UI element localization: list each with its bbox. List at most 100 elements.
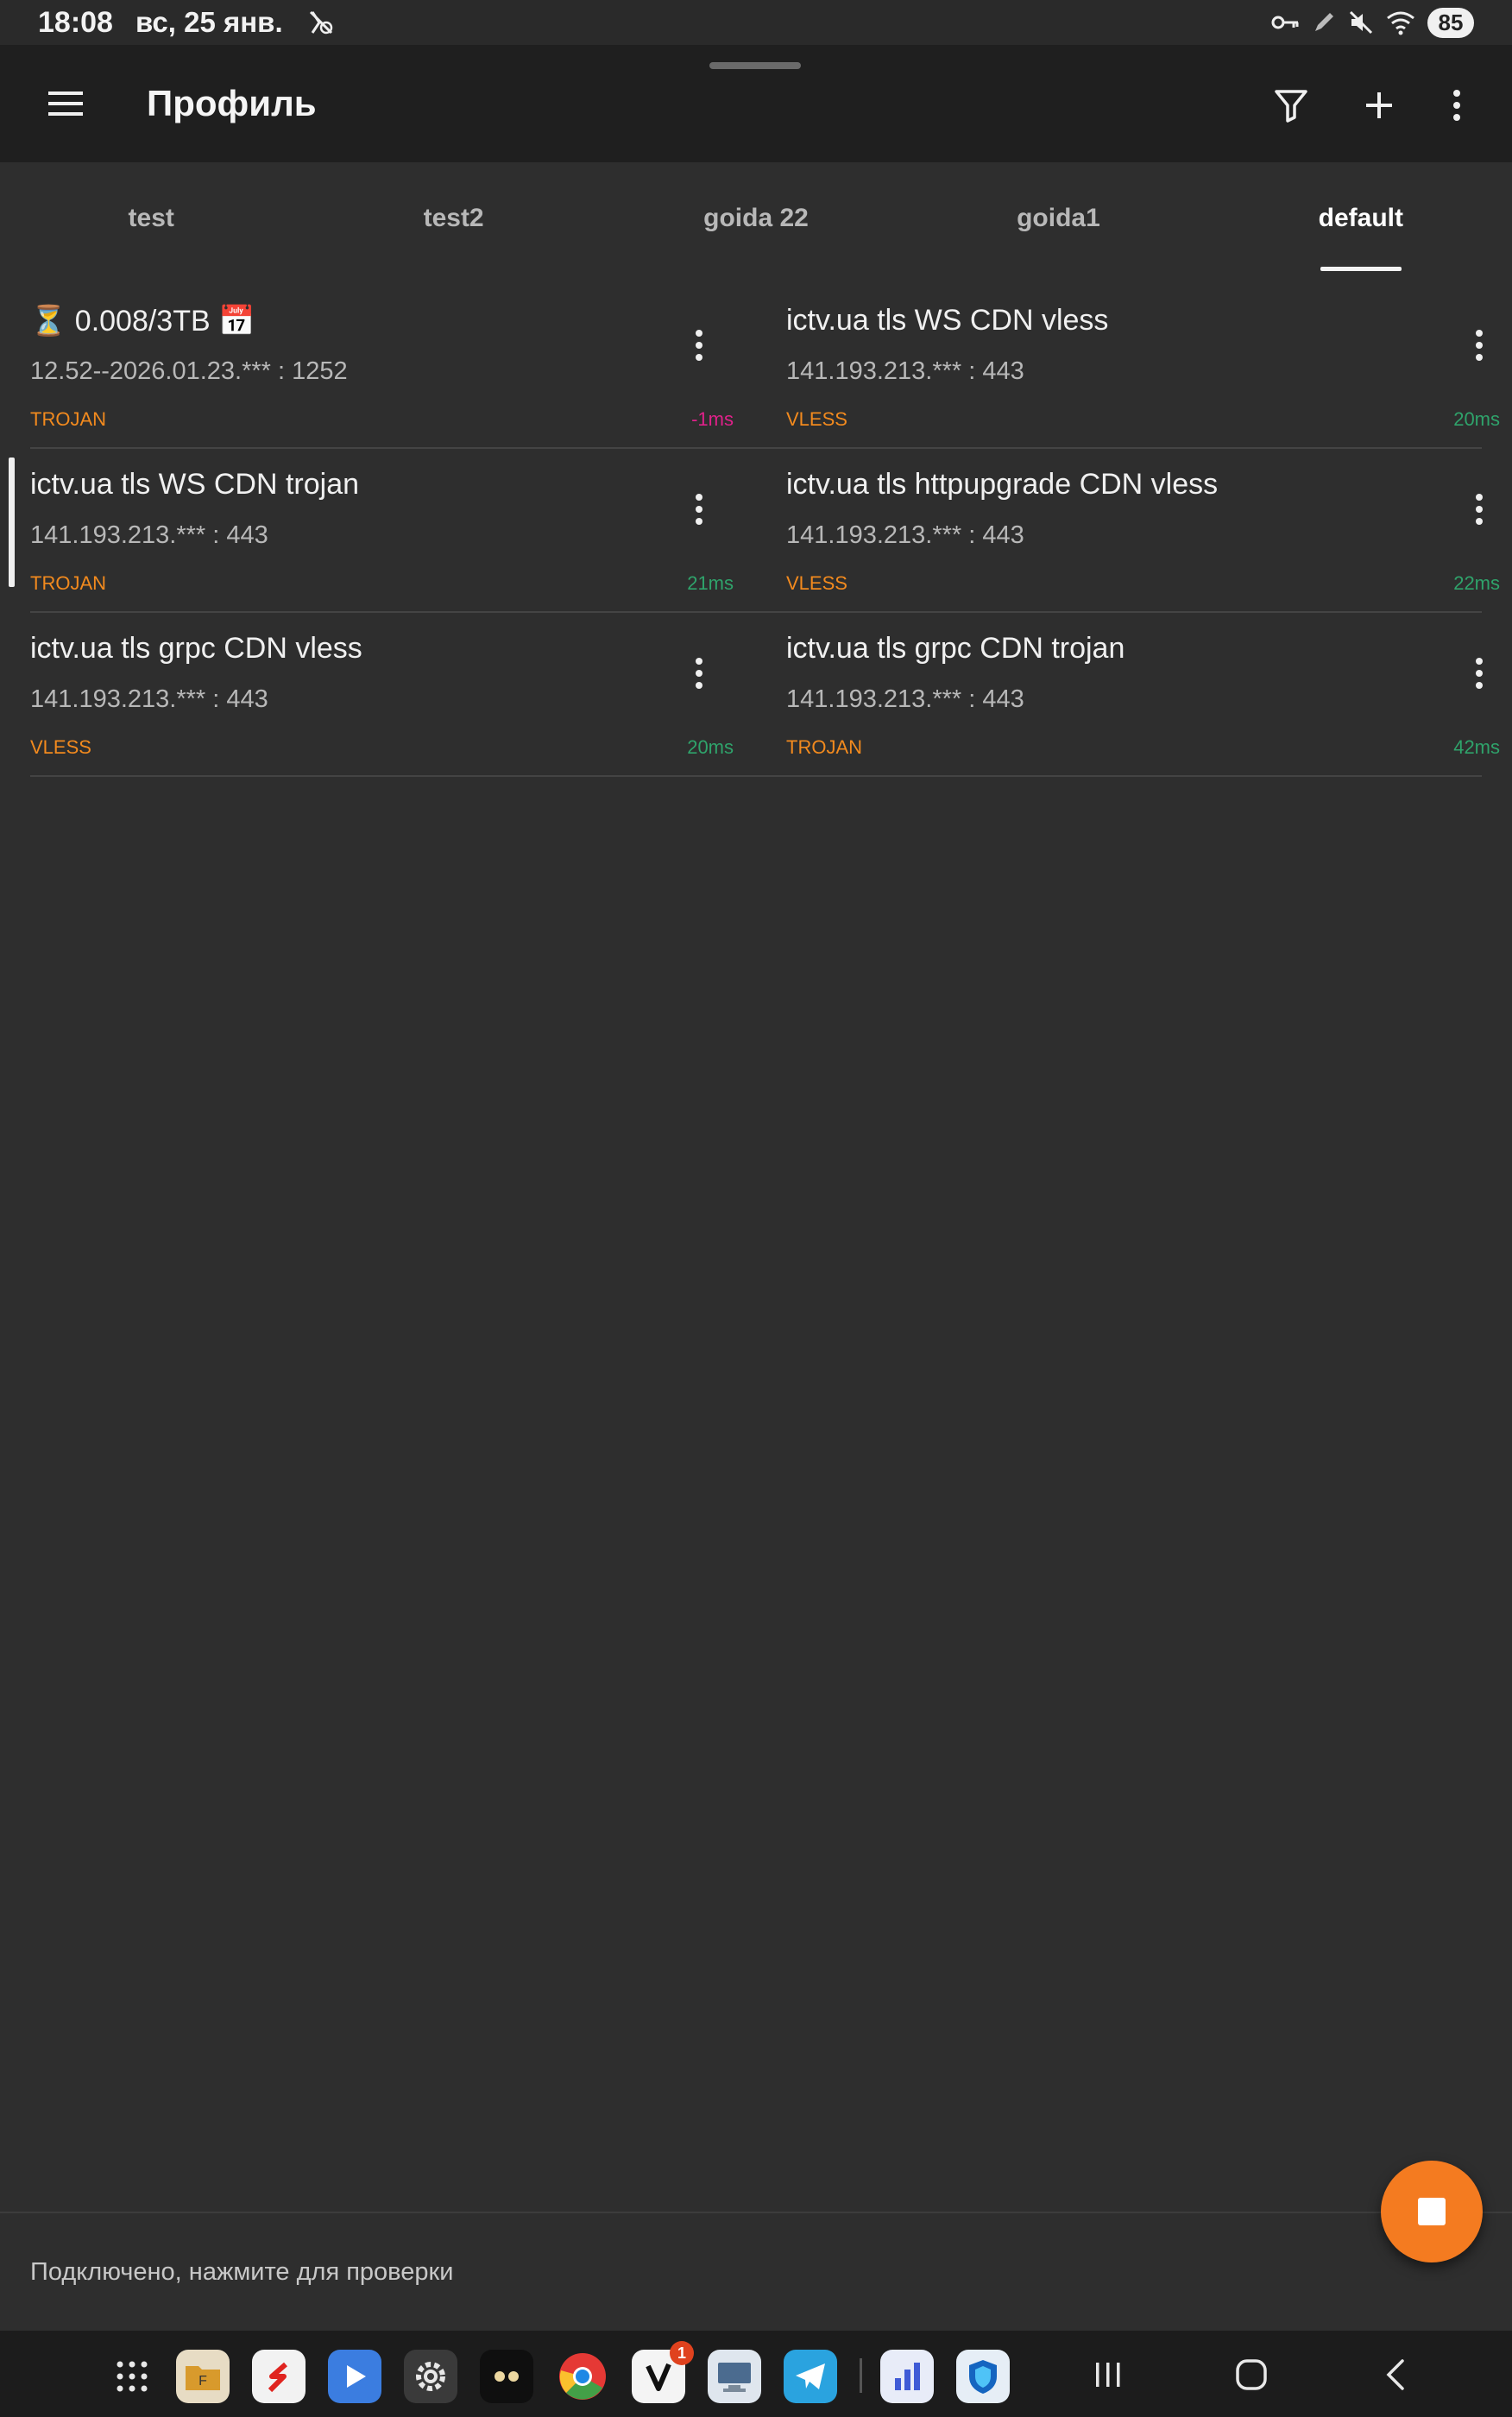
server-protocol: TROJAN (30, 408, 106, 430)
server-protocol: TROJAN (30, 572, 106, 594)
server-card[interactable]: ⏳ 0.008/3TB 📅 12.52--2026.01.23.*** : 12… (0, 285, 756, 447)
server-more-button[interactable] (1462, 647, 1496, 699)
status-bar: 18:08 вс, 25 янв. 85 (0, 0, 1512, 45)
vpn-app[interactable] (956, 2350, 1010, 2403)
more-vert-icon (1476, 658, 1483, 689)
chrome-app[interactable] (556, 2350, 609, 2403)
server-card[interactable]: ictv.ua tls grpc CDN vless 141.193.213.*… (0, 613, 756, 775)
server-title: ictv.ua tls WS CDN trojan (30, 468, 360, 501)
server-row: ictv.ua tls WS CDN trojan 141.193.213.**… (0, 449, 1512, 613)
v-app[interactable]: 1 (632, 2341, 694, 2403)
server-list: ⏳ 0.008/3TB 📅 12.52--2026.01.23.*** : 12… (0, 285, 1512, 777)
folder-icon: F (186, 2366, 220, 2390)
stats-app[interactable] (880, 2350, 934, 2403)
recents-icon (1096, 2363, 1120, 2387)
v-icon (646, 2363, 671, 2391)
server-ping: 22ms (1453, 572, 1500, 594)
hamburger-icon (48, 92, 83, 116)
tab-test[interactable]: test (0, 162, 302, 275)
vpn-off-icon (306, 7, 337, 38)
overflow-menu-button[interactable] (1431, 79, 1483, 131)
server-more-button[interactable] (682, 483, 716, 535)
notification-badge: 1 (670, 2341, 694, 2365)
server-card[interactable]: ictv.ua tls grpc CDN trojan 141.193.213.… (756, 613, 1512, 775)
home-button[interactable] (1225, 2353, 1277, 2396)
server-address: 141.193.213.*** : 443 (30, 685, 268, 713)
mute-icon (1348, 9, 1374, 35)
more-vert-icon (696, 494, 702, 525)
more-vert-icon (696, 658, 702, 689)
server-protocol: VLESS (30, 736, 91, 758)
server-more-button[interactable] (1462, 319, 1496, 371)
server-protocol: VLESS (786, 408, 847, 430)
profile-tabs: test test2 goida 22 goida1 default (0, 162, 1512, 275)
tab-goida-22[interactable]: goida 22 (605, 162, 907, 275)
server-protocol: VLESS (786, 572, 847, 594)
status-date: вс, 25 янв. (135, 6, 283, 38)
server-title: ictv.ua tls grpc CDN vless (30, 632, 362, 665)
app-drawer-button[interactable] (105, 2350, 159, 2403)
player-app[interactable] (328, 2350, 381, 2403)
drag-handle[interactable] (709, 62, 801, 69)
back-button[interactable] (1369, 2353, 1421, 2396)
server-more-button[interactable] (1462, 483, 1496, 535)
server-address: 141.193.213.*** : 443 (786, 521, 1024, 549)
gear-icon (416, 2362, 445, 2391)
server-more-button[interactable] (682, 319, 716, 371)
tab-default[interactable]: default (1210, 162, 1512, 275)
menu-button[interactable] (43, 81, 88, 126)
server-card[interactable]: ictv.ua tls WS CDN vless 141.193.213.***… (756, 285, 1512, 447)
server-ping: 20ms (687, 736, 734, 758)
server-ping: 20ms (1453, 408, 1500, 430)
computer-app[interactable] (708, 2350, 761, 2403)
filter-icon (1275, 90, 1307, 123)
server-protocol: TROJAN (786, 736, 862, 758)
file-manager-app[interactable]: F (176, 2350, 230, 2403)
server-ping: -1ms (691, 408, 734, 430)
server-row: ictv.ua tls grpc CDN vless 141.193.213.*… (0, 613, 1512, 777)
system-nav-bar: F 1 (0, 2331, 1512, 2417)
server-title: ⏳ 0.008/3TB 📅 (30, 305, 255, 338)
wifi-icon (1386, 9, 1415, 35)
eyes-icon (495, 2371, 519, 2382)
stop-connection-button[interactable] (1381, 2161, 1483, 2262)
tab-test2[interactable]: test2 (302, 162, 604, 275)
tab-goida1[interactable]: goida1 (907, 162, 1209, 275)
recent-apps-button[interactable] (1082, 2353, 1134, 2396)
filter-button[interactable] (1265, 79, 1317, 131)
red-s-icon (268, 2362, 287, 2393)
app-bar: Профиль (0, 45, 1512, 162)
grid-apps-icon (117, 2361, 148, 2392)
bar-chart-icon (895, 2363, 920, 2390)
pen-icon (1312, 10, 1336, 35)
more-vert-icon (1476, 494, 1483, 525)
monitor-icon (718, 2363, 751, 2392)
settings-app[interactable] (404, 2350, 457, 2403)
chrome-icon (559, 2353, 606, 2400)
page-title: Профиль (147, 83, 317, 123)
status-icons: 85 (1270, 7, 1474, 38)
server-ping: 21ms (687, 572, 734, 594)
telegram-app[interactable] (784, 2350, 837, 2403)
server-address: 12.52--2026.01.23.*** : 1252 (30, 357, 348, 385)
connection-status-text[interactable]: Подключено, нажмите для проверки (30, 2258, 453, 2287)
stop-icon (1418, 2198, 1446, 2225)
server-more-button[interactable] (682, 647, 716, 699)
key-icon (1270, 9, 1300, 35)
server-row: ⏳ 0.008/3TB 📅 12.52--2026.01.23.*** : 12… (0, 285, 1512, 449)
dock-separator (860, 2358, 862, 2393)
plus-icon (1366, 92, 1392, 118)
server-card-selected[interactable]: ictv.ua tls WS CDN trojan 141.193.213.**… (0, 449, 756, 611)
more-vert-icon (1453, 90, 1460, 121)
server-address: 141.193.213.*** : 443 (786, 357, 1024, 385)
server-title: ictv.ua tls WS CDN vless (786, 304, 1109, 337)
add-button[interactable] (1353, 79, 1405, 131)
back-chevron-icon (1386, 2359, 1404, 2390)
more-vert-icon (696, 330, 702, 361)
eyes-app[interactable] (480, 2350, 533, 2403)
status-time: 18:08 (38, 5, 113, 39)
server-card[interactable]: ictv.ua tls httpupgrade CDN vless 141.19… (756, 449, 1512, 611)
s-app[interactable] (252, 2350, 306, 2403)
server-address: 141.193.213.*** : 443 (786, 685, 1024, 713)
paper-plane-icon (796, 2363, 825, 2389)
